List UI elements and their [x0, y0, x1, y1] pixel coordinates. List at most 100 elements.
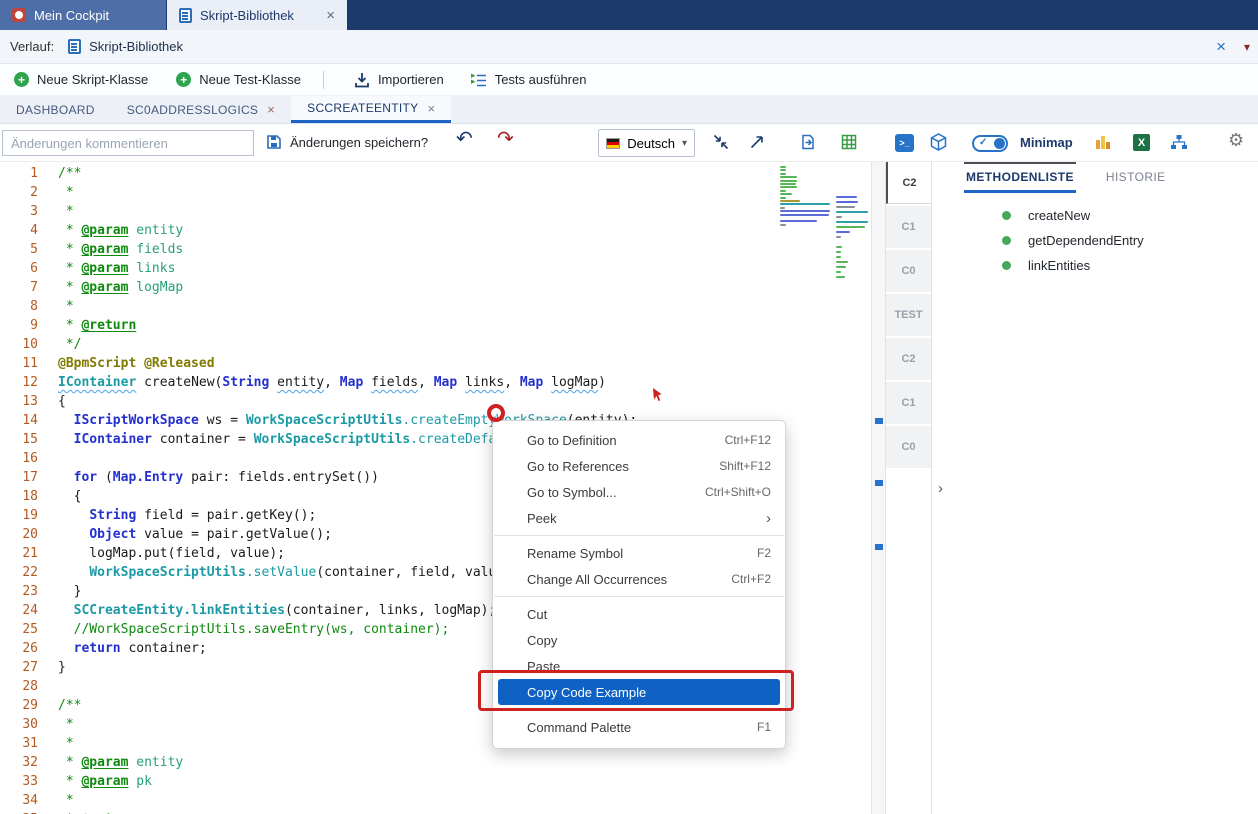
menu-item-go-to-symbol-[interactable]: Go to Symbol...Ctrl+Shift+O	[493, 479, 785, 505]
code-line[interactable]: * @param logMap	[58, 278, 637, 297]
hierarchy-view-button[interactable]	[1170, 134, 1188, 153]
menu-item-paste[interactable]: Paste	[493, 653, 785, 679]
editor-scrollbar[interactable]	[871, 162, 886, 814]
code-line[interactable]: * @param entity	[58, 221, 637, 240]
caret-down-icon[interactable]: ▾	[1244, 40, 1250, 54]
doc-tab-dashboard[interactable]: DASHBOARD	[0, 96, 111, 123]
import-button[interactable]: Importieren	[354, 72, 444, 88]
tab-historie[interactable]: HISTORIE	[1104, 162, 1168, 193]
tab-methodenliste[interactable]: METHODENLISTE	[964, 162, 1076, 193]
action-bar: + Neue Skript-Klasse + Neue Test-Klasse …	[0, 64, 1258, 96]
menu-item-copy[interactable]: Copy	[493, 627, 785, 653]
close-icon[interactable]: ×	[427, 101, 435, 116]
code-line[interactable]: * @param fields	[58, 240, 637, 259]
side-tab-c1-5[interactable]: C1	[886, 382, 931, 424]
menu-item-rename-symbol[interactable]: Rename SymbolF2	[493, 540, 785, 566]
doc-tab-sccreateentity[interactable]: SCCREATEENTITY ×	[291, 96, 451, 123]
side-tab-test-3[interactable]: TEST	[886, 294, 931, 336]
method-item-linkentities[interactable]: linkEntities	[932, 253, 1258, 278]
window-tab-skript-bibliothek[interactable]: Skript-Bibliothek ×	[167, 0, 347, 30]
grid-view-button[interactable]	[841, 134, 857, 153]
chart-view-button[interactable]	[1095, 134, 1111, 153]
menu-item-peek[interactable]: Peek›	[493, 505, 785, 531]
expand-editor-button[interactable]	[748, 133, 766, 154]
panel-collapse-chevron-icon[interactable]: ›	[938, 480, 943, 497]
side-tab-c2-4[interactable]: C2	[886, 338, 931, 380]
code-line[interactable]: * @return	[58, 810, 637, 814]
window-tab-mein-cockpit[interactable]: Mein Cockpit	[0, 0, 166, 30]
save-changes-button[interactable]: Änderungen speichern?	[290, 135, 428, 150]
doc-tab-sc0addresslogics[interactable]: SC0ADDRESSLOGICS ×	[111, 96, 291, 123]
gear-icon[interactable]: ⚙	[1228, 130, 1244, 151]
menu-item-command-palette[interactable]: Command PaletteF1	[493, 714, 785, 740]
close-icon[interactable]: ×	[267, 102, 275, 117]
line-number: 8	[0, 297, 38, 316]
minimap-line	[836, 201, 858, 203]
side-tab-c1-1[interactable]: C1	[886, 206, 931, 248]
minimap-line	[836, 246, 842, 248]
comment-input[interactable]	[2, 130, 254, 156]
export-document-button[interactable]	[800, 134, 816, 153]
code-line[interactable]: * @param links	[58, 259, 637, 278]
line-number: 17	[0, 468, 38, 487]
minimap[interactable]	[780, 166, 871, 466]
side-tab-c0-2[interactable]: C0	[886, 250, 931, 292]
new-script-class-button[interactable]: + Neue Skript-Klasse	[14, 72, 148, 87]
new-test-class-button[interactable]: + Neue Test-Klasse	[176, 72, 301, 87]
close-icon[interactable]: ×	[1216, 37, 1226, 57]
tab-label: METHODENLISTE	[966, 170, 1074, 184]
menu-item-change-all-occurrences[interactable]: Change All OccurrencesCtrl+F2	[493, 566, 785, 592]
menu-item-label: Go to References	[527, 459, 719, 474]
close-icon[interactable]: ×	[326, 7, 335, 24]
excel-export-icon[interactable]: X	[1133, 134, 1150, 151]
menu-item-cut[interactable]: Cut	[493, 601, 785, 627]
code-line[interactable]: */	[58, 335, 637, 354]
minimap-line	[780, 193, 792, 195]
collapse-editor-button[interactable]	[712, 133, 730, 154]
powershell-icon[interactable]: >_	[895, 134, 914, 152]
code-line[interactable]: @BpmScript @Released	[58, 354, 637, 373]
code-line[interactable]: IContainer createNew(String entity, Map …	[58, 373, 637, 392]
minimap-line	[780, 214, 829, 216]
code-line[interactable]: * @return	[58, 316, 637, 335]
line-number: 6	[0, 259, 38, 278]
package-button[interactable]	[930, 133, 947, 154]
code-line[interactable]: *	[58, 202, 637, 221]
document-export-icon	[800, 134, 816, 150]
history-item[interactable]: Skript-Bibliothek	[89, 39, 183, 54]
minimap-toggle[interactable]: ✓	[972, 135, 1008, 152]
code-line[interactable]: *	[58, 297, 637, 316]
method-status-dot	[1002, 261, 1011, 270]
undo-button[interactable]: ↶	[456, 126, 473, 151]
minimap-line	[780, 183, 796, 185]
run-tests-button[interactable]: Tests ausführen	[470, 72, 587, 88]
button-label: Importieren	[378, 72, 444, 87]
minimap-line	[836, 271, 841, 273]
menu-item-go-to-references[interactable]: Go to ReferencesShift+F12	[493, 453, 785, 479]
code-line[interactable]: /**	[58, 164, 637, 183]
line-number: 26	[0, 639, 38, 658]
menu-item-copy-code-example[interactable]: Copy Code Example	[498, 679, 780, 705]
line-number: 2	[0, 183, 38, 202]
tab-label: HISTORIE	[1106, 170, 1166, 184]
side-tab-c2-0[interactable]: C2	[886, 162, 931, 204]
menu-item-shortcut: Ctrl+Shift+O	[705, 485, 771, 499]
menu-item-label: Copy Code Example	[527, 685, 771, 700]
menu-item-go-to-definition[interactable]: Go to DefinitionCtrl+F12	[493, 427, 785, 453]
line-number: 24	[0, 601, 38, 620]
caret-down-icon: ▾	[682, 138, 687, 149]
line-number: 23	[0, 582, 38, 601]
method-item-getdependendentry[interactable]: getDependendEntry	[932, 228, 1258, 253]
code-line[interactable]: {	[58, 392, 637, 411]
code-line[interactable]: *	[58, 791, 637, 810]
line-number: 25	[0, 620, 38, 639]
redo-button[interactable]: ↷	[497, 126, 514, 151]
method-item-createnew[interactable]: createNew	[932, 203, 1258, 228]
code-line[interactable]: * @param entity	[58, 753, 637, 772]
code-line[interactable]: * @param pk	[58, 772, 637, 791]
bar-chart-icon	[1095, 134, 1111, 150]
method-name: createNew	[1028, 208, 1090, 223]
language-select[interactable]: Deutsch ▾	[598, 129, 695, 157]
side-tab-c0-6[interactable]: C0	[886, 426, 931, 468]
code-line[interactable]: *	[58, 183, 637, 202]
